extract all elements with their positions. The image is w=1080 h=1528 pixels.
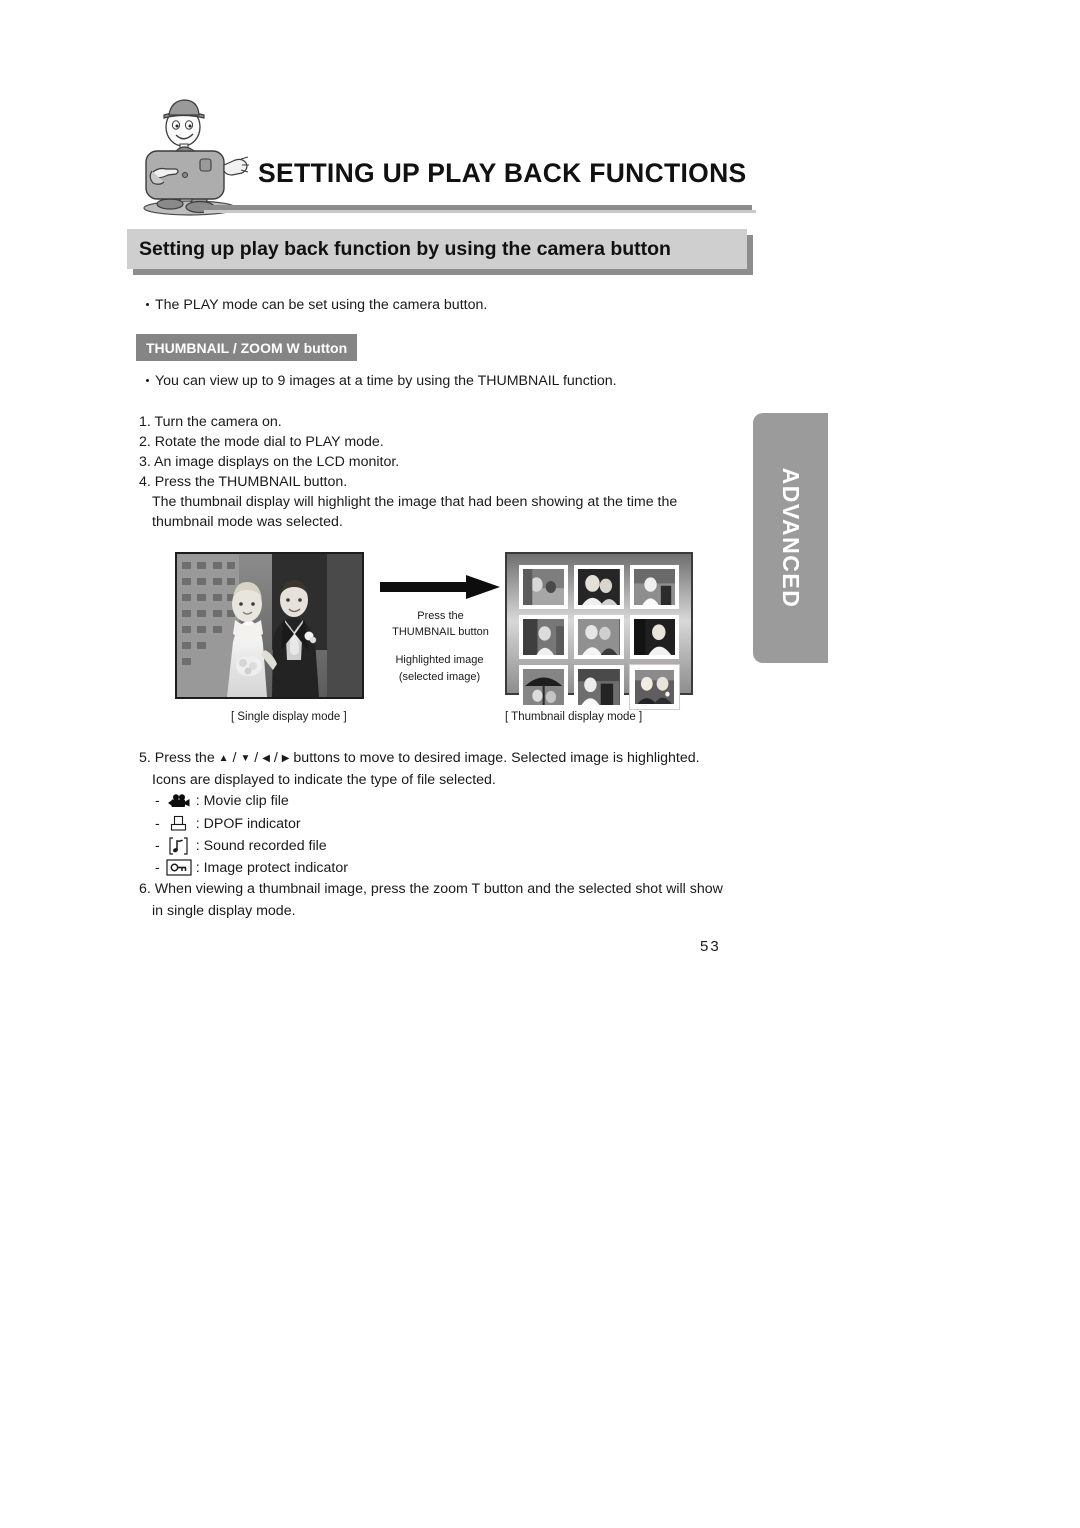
icon-row-dpof: - : DPOF indicator <box>155 815 301 832</box>
icon-row-movie-clip-label: : Movie clip file <box>195 793 289 809</box>
section-header-bar: Setting up play back function by using t… <box>127 229 747 269</box>
thumbnail-cell[interactable] <box>519 614 569 659</box>
step-5-sep-2: / <box>254 750 259 766</box>
dpof-printer-icon <box>166 815 192 832</box>
thumbnail-image <box>633 618 675 655</box>
step-3: 3. An image displays on the LCD monitor. <box>139 454 400 470</box>
dash-marker: - <box>155 793 160 809</box>
step-5-sep-3: / <box>273 750 278 766</box>
thumbnail-cell[interactable] <box>629 565 679 609</box>
movie-camera-icon <box>166 793 192 809</box>
step-2: 2. Rotate the mode dial to PLAY mode. <box>139 434 384 450</box>
caption-single-display: [ Single display mode ] <box>231 711 347 723</box>
step-6-line-1: 6. When viewing a thumbnail image, press… <box>139 881 723 897</box>
step-4: 4. Press the THUMBNAIL button. <box>139 474 348 490</box>
page-number: 53 <box>700 938 721 955</box>
process-arrow-icon <box>380 574 500 600</box>
thumbnail-display-panel <box>505 552 693 711</box>
arrow-right-icon: ▶ <box>281 753 290 764</box>
step-4-continuation-line-1: The thumbnail display will highlight the… <box>152 494 678 510</box>
icon-row-protect-label: : Image protect indicator <box>195 859 348 876</box>
thumbnail-cell[interactable] <box>519 565 569 609</box>
icon-row-sound: - : Sound recorded file <box>155 837 327 855</box>
dash-marker: - <box>155 859 160 876</box>
thumbnail-cell[interactable] <box>574 565 624 609</box>
thumbnail-image-selected <box>634 669 674 705</box>
thumbnail-image <box>578 618 620 655</box>
thumbnail-bullet: You can view up to 9 images at a time by… <box>146 373 617 389</box>
intro-bullet: The PLAY mode can be set using the camer… <box>146 297 487 313</box>
step-5-prefix: 5. Press the <box>139 750 215 766</box>
single-display-photo <box>175 552 364 699</box>
dash-marker: - <box>155 838 160 854</box>
step-5-line-2: Icons are displayed to indicate the type… <box>152 772 496 788</box>
step-5: 5. Press the ▲ / ▼ / ◀ / ▶ buttons to mo… <box>139 750 700 766</box>
icon-row-movie-clip: - : Movie clip file <box>155 793 289 809</box>
step-5-sep-1: / <box>232 750 237 766</box>
arrow-annotation-line-1: Press the <box>417 610 464 622</box>
thumbnail-zoom-badge: THUMBNAIL / ZOOM W button <box>136 334 358 361</box>
arrow-annotation-line-2: THUMBNAIL button <box>392 626 489 638</box>
thumbnail-cell[interactable] <box>574 614 624 659</box>
thumbnail-image <box>633 569 675 605</box>
icon-row-protect: - : Image protect indicator <box>155 859 348 876</box>
thumbnail-cell[interactable] <box>519 664 569 710</box>
highlight-annotation: Highlighted image (selected image) <box>371 652 508 686</box>
highlight-annotation-line-1: Highlighted image <box>395 654 484 666</box>
step-6-line-2: in single display mode. <box>152 903 296 919</box>
thumbnail-figure: Press the THUMBNAIL button Highlighted i… <box>175 552 695 732</box>
bullet-dot-icon <box>146 303 149 306</box>
thumbnail-image <box>578 668 620 706</box>
title-rule-shadow <box>204 210 756 213</box>
dash-marker: - <box>155 815 160 832</box>
intro-bullet-text: The PLAY mode can be set using the camer… <box>155 297 488 313</box>
badge-label: THUMBNAIL / ZOOM W button <box>146 339 348 356</box>
bullet-dot-icon <box>146 379 149 382</box>
highlight-annotation-line-2: (selected image) <box>398 671 481 683</box>
arrow-left-icon: ◀ <box>262 753 270 764</box>
thumbnail-cell[interactable] <box>574 664 624 710</box>
thumbnail-image <box>523 569 565 605</box>
arrow-up-icon: ▲ <box>218 753 229 764</box>
thumbnail-cell-selected[interactable] <box>628 663 680 711</box>
page-title: SETTING UP PLAY BACK FUNCTIONS <box>258 158 747 188</box>
step-5-suffix: buttons to move to desired image. Select… <box>293 750 700 766</box>
title-rule <box>200 205 752 210</box>
manual-page: SETTING UP PLAY BACK FUNCTIONS Setting u… <box>0 0 1080 1528</box>
thumbnail-bullet-text: You can view up to 9 images at a time by… <box>155 373 617 389</box>
step-1: 1. Turn the camera on. <box>139 414 282 430</box>
key-protect-icon <box>166 859 192 876</box>
caption-thumbnail-display: [ Thumbnail display mode ] <box>505 711 643 723</box>
thumbnail-image <box>523 668 565 706</box>
thumbnail-image <box>523 618 565 655</box>
thumbnail-image <box>578 569 620 605</box>
side-tab-label: ADVANCED <box>778 467 804 609</box>
step-4-continuation-line-2: thumbnail mode was selected. <box>152 514 343 530</box>
camera-mascot-icon <box>128 95 252 217</box>
thumbnail-cell[interactable] <box>629 614 679 659</box>
arrow-annotation: Press the THUMBNAIL button <box>373 608 508 640</box>
arrow-down-icon: ▼ <box>240 753 251 764</box>
thumbnail-grid <box>519 565 680 711</box>
side-tab-advanced: ADVANCED <box>753 413 828 663</box>
sound-note-icon <box>166 837 192 855</box>
section-title: Setting up play back function by using t… <box>139 237 671 260</box>
icon-row-dpof-label: : DPOF indicator <box>195 815 301 832</box>
icon-row-sound-label: : Sound recorded file <box>195 838 327 854</box>
